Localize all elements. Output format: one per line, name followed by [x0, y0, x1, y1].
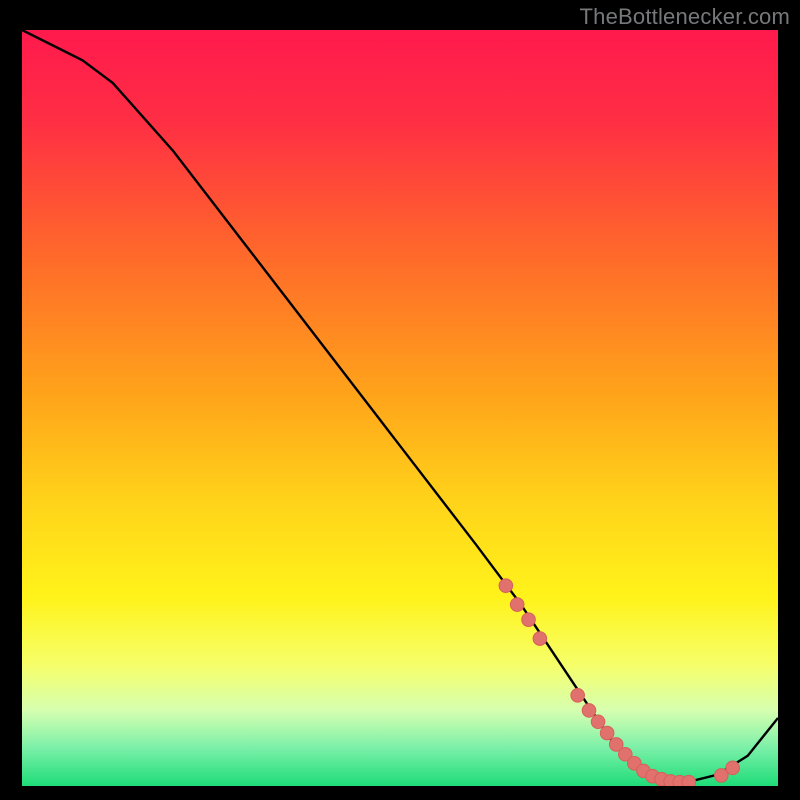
attribution-label: TheBottlenecker.com	[580, 4, 790, 30]
data-point	[682, 775, 696, 786]
data-point	[571, 688, 585, 702]
data-point	[510, 598, 524, 612]
data-point	[522, 613, 536, 627]
bottleneck-chart	[22, 30, 778, 786]
plot-area	[22, 30, 778, 786]
data-point	[726, 761, 740, 775]
data-point	[591, 715, 605, 729]
data-point	[499, 579, 513, 593]
data-point	[582, 704, 596, 718]
chart-stage: TheBottlenecker.com	[0, 0, 800, 800]
data-point	[600, 726, 614, 740]
data-point	[533, 632, 547, 646]
gradient-background	[22, 30, 778, 786]
